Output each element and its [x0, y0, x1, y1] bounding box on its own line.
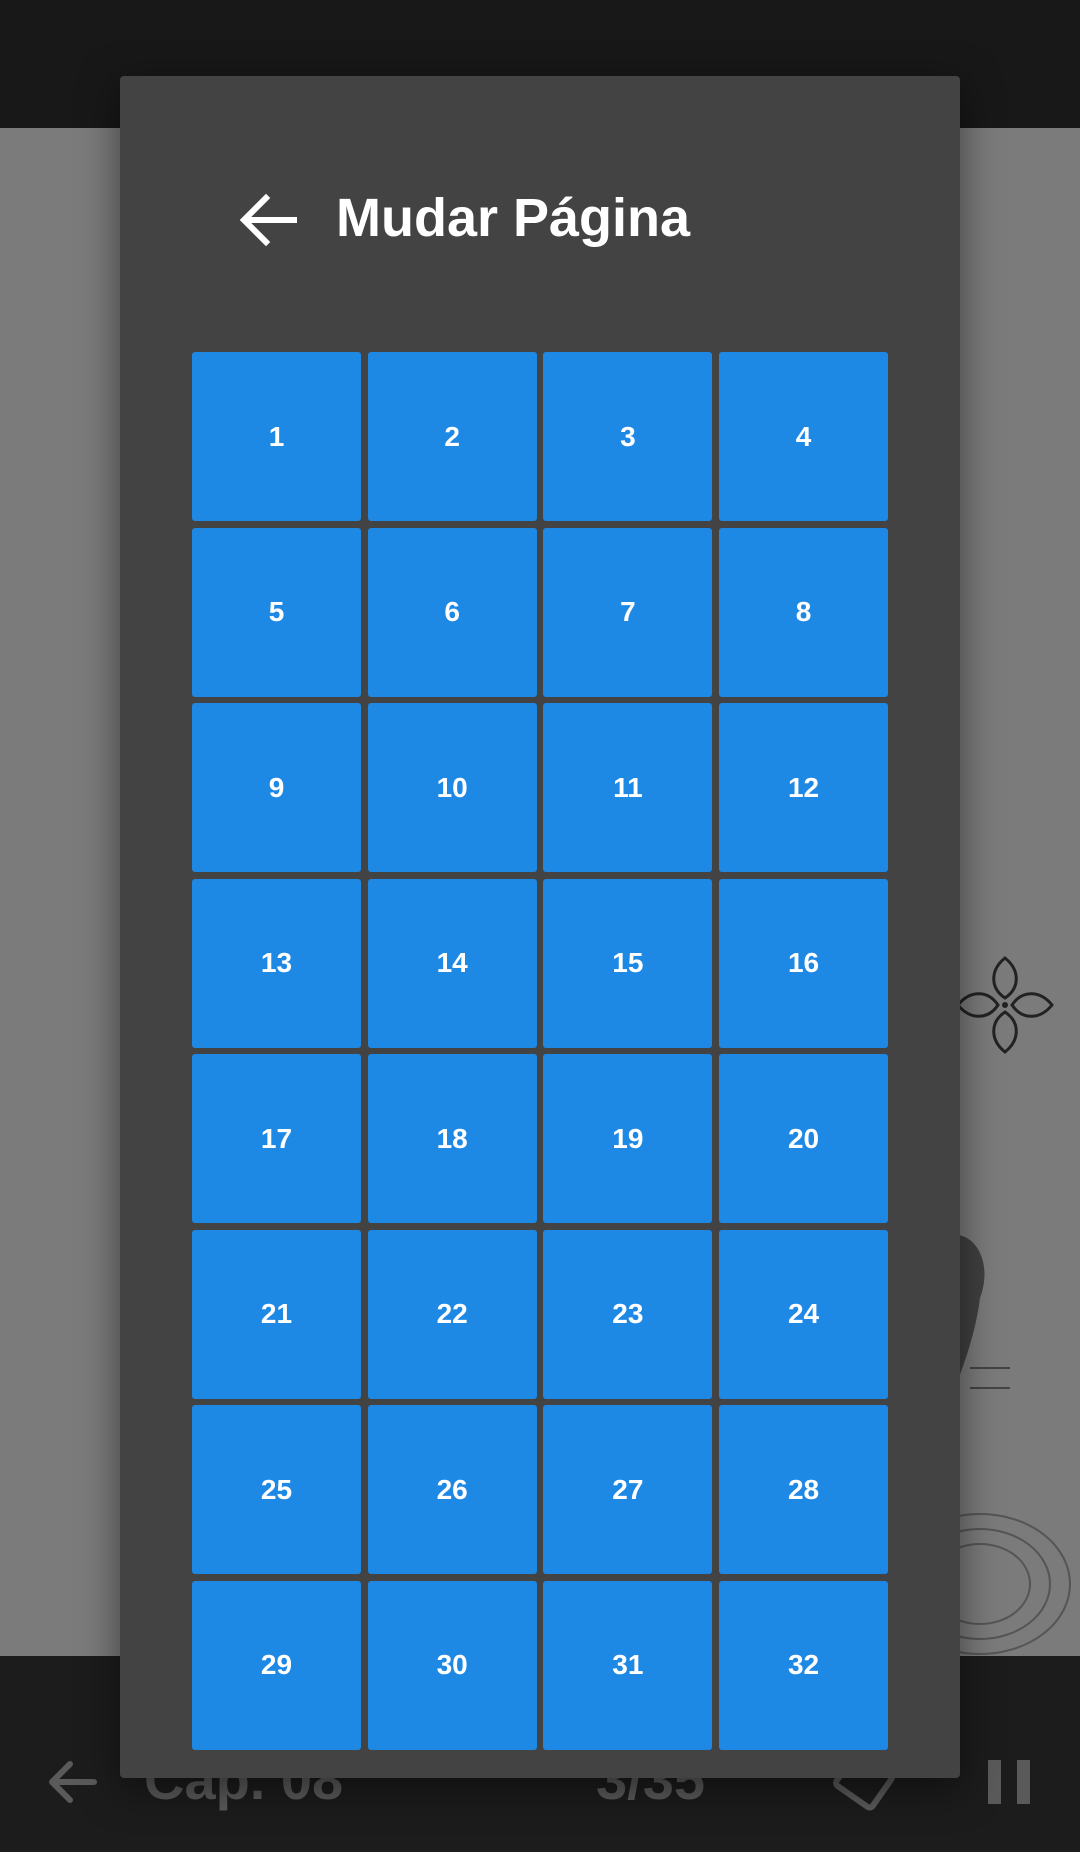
page-grid: 1 2 3 4 5 6 7 8 9 10 11 12 13 14 15 16 17 18 19 20 21 22 23 24 2… [192, 352, 892, 1750]
page-button[interactable]: 27 [543, 1405, 713, 1574]
page-button[interactable]: 9 [192, 703, 361, 872]
page-button[interactable]: 5 [192, 527, 361, 697]
page-button[interactable]: 8 [719, 527, 889, 697]
page-button[interactable]: 11 [543, 703, 713, 872]
page-button[interactable]: 16 [719, 878, 889, 1048]
dialog-title: Mudar Página [336, 188, 691, 248]
change-page-dialog: Mudar Página 1 2 3 4 5 6 7 8 9 10 11 12 13 14 15 16 17 18… [120, 76, 960, 1778]
arrow-left-icon[interactable] [236, 188, 300, 252]
page-button[interactable]: 15 [543, 878, 713, 1048]
page-button[interactable]: 24 [719, 1229, 889, 1399]
page-button[interactable]: 17 [192, 1054, 361, 1223]
page-button[interactable]: 30 [367, 1580, 537, 1750]
page-button[interactable]: 7 [543, 527, 713, 697]
page-button[interactable]: 31 [543, 1580, 713, 1750]
page-button[interactable]: 18 [367, 1054, 537, 1223]
flower-drawing [956, 956, 1054, 1054]
page-button[interactable]: 10 [367, 703, 537, 872]
page-button[interactable]: 13 [192, 878, 361, 1048]
page-button[interactable]: 21 [192, 1229, 361, 1399]
back-arrow-icon[interactable] [44, 1754, 100, 1810]
page-button[interactable]: 1 [192, 352, 361, 521]
page-button[interactable]: 29 [192, 1580, 361, 1750]
page-button[interactable]: 32 [719, 1580, 889, 1750]
page-button[interactable]: 2 [367, 352, 537, 521]
page-button[interactable]: 20 [719, 1054, 889, 1223]
page-button[interactable]: 12 [719, 703, 889, 872]
page-button[interactable]: 22 [367, 1229, 537, 1399]
page-button[interactable]: 3 [543, 352, 713, 521]
ripple-drawing [940, 1513, 1071, 1655]
page-button[interactable]: 6 [367, 527, 537, 697]
page-button[interactable]: 26 [367, 1405, 537, 1574]
pause-icon[interactable] [988, 1760, 1030, 1804]
page-button[interactable]: 28 [719, 1405, 889, 1574]
page-grid-scroll[interactable]: 1 2 3 4 5 6 7 8 9 10 11 12 13 14 15 16 17 18 19 20 21 22 23 24 2… [192, 352, 892, 1778]
reader-screen: Cap. 08 3/35 Mudar Página 1 2 3 4 5 6 7 8 9 10 11 1… [0, 0, 1080, 1852]
page-button[interactable]: 19 [543, 1054, 713, 1223]
page-button[interactable]: 23 [543, 1229, 713, 1399]
page-button[interactable]: 14 [367, 878, 537, 1048]
page-button[interactable]: 4 [719, 352, 889, 521]
page-button[interactable]: 25 [192, 1405, 361, 1574]
